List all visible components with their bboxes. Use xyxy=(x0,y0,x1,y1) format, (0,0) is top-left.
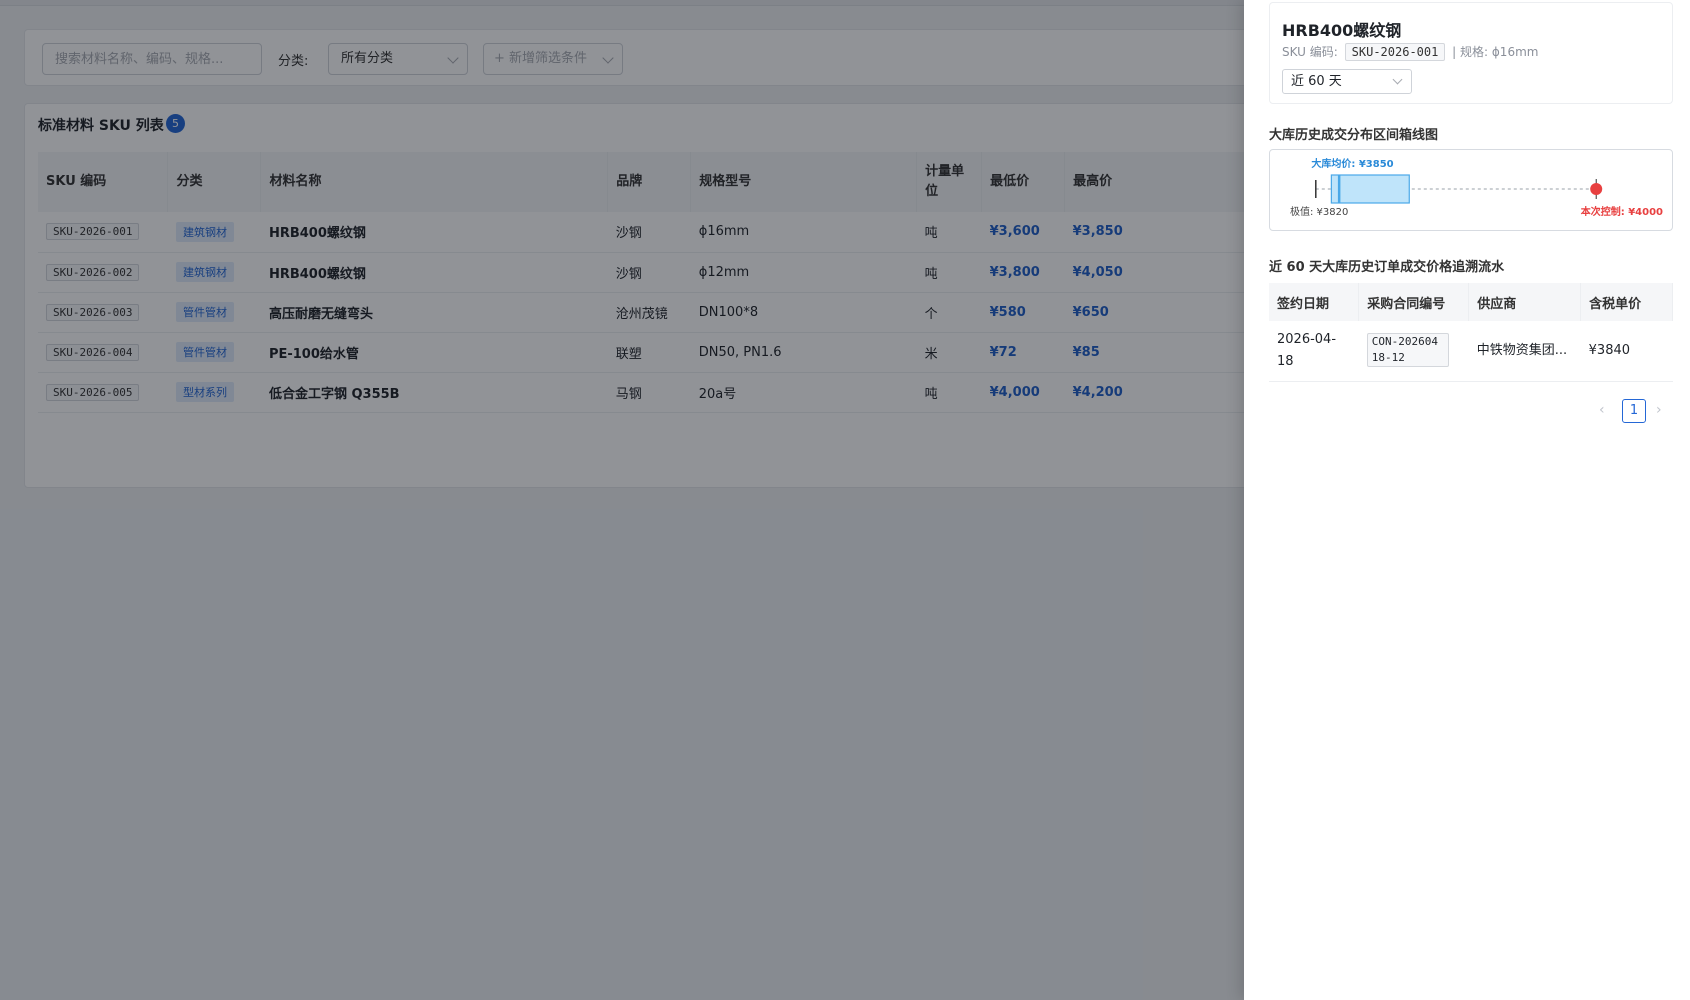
chevron-left-icon[interactable]: ‹ xyxy=(1599,402,1605,418)
supplier-name: 中铁物资集团... xyxy=(1476,342,1568,358)
control-price-label: 本次控制: ¥4000 xyxy=(1581,205,1663,218)
col-header-price[interactable]: 含税单价 xyxy=(1580,283,1673,321)
col-header-date[interactable]: 签约日期 xyxy=(1269,283,1360,321)
spec-text: | 规格: ϕ16mm xyxy=(1452,45,1539,59)
price-detail-drawer: HRB400螺纹钢 SKU 编码: SKU-2026-001 | 规格: ϕ16… xyxy=(1244,0,1690,1000)
drawer-title: HRB400螺纹钢 xyxy=(1282,21,1402,40)
chevron-down-icon xyxy=(1392,74,1403,85)
unit-price: ¥3840 xyxy=(1580,321,1673,382)
min-value-label: 极值: ¥3820 xyxy=(1290,205,1348,218)
time-range-select[interactable]: 近 60 天 xyxy=(1282,69,1412,94)
sku-info-card: HRB400螺纹钢 SKU 编码: SKU-2026-001 | 规格: ϕ16… xyxy=(1269,2,1673,104)
sku-code-label: SKU 编码: xyxy=(1282,45,1338,59)
table-row[interactable]: 2026-04-18 CON-20260418-12 中铁物资集团... ¥38… xyxy=(1269,321,1673,382)
avg-price-label: 大库均价: ¥3850 xyxy=(1311,157,1393,170)
history-title: 近 60 天大库历史订单成交价格追溯流水 xyxy=(1269,260,1505,275)
contract-code: CON-20260418-12 xyxy=(1366,332,1449,367)
box-plot-chart: 大库均价: ¥3850 极值: ¥3820 本次控制: ¥4000 xyxy=(1290,157,1663,218)
sku-meta: SKU 编码: SKU-2026-001 | 规格: ϕ16mm xyxy=(1282,43,1538,61)
box-plot-box xyxy=(1330,174,1410,204)
drawer-sku-code: SKU-2026-001 xyxy=(1344,43,1446,61)
page-button-1[interactable]: 1 xyxy=(1622,399,1646,423)
sign-date: 2026-04-18 xyxy=(1269,321,1359,382)
col-header-supplier[interactable]: 供应商 xyxy=(1468,283,1582,321)
box-plot-title: 大库历史成交分布区间箱线图 xyxy=(1269,128,1439,143)
box-plot-control-point xyxy=(1590,183,1603,195)
history-header-row: 签约日期 采购合同编号 供应商 含税单价 xyxy=(1269,283,1673,321)
history-table: 签约日期 采购合同编号 供应商 含税单价 2026-04-18 CON-2026… xyxy=(1269,283,1673,382)
time-range-value: 近 60 天 xyxy=(1291,74,1342,89)
pagination: ‹ 1 › xyxy=(1244,399,1690,423)
col-header-contract[interactable]: 采购合同编号 xyxy=(1358,283,1470,321)
box-plot-card: 大库均价: ¥3850 极值: ¥3820 本次控制: ¥4000 xyxy=(1269,149,1673,231)
chevron-right-icon[interactable]: › xyxy=(1656,402,1662,418)
